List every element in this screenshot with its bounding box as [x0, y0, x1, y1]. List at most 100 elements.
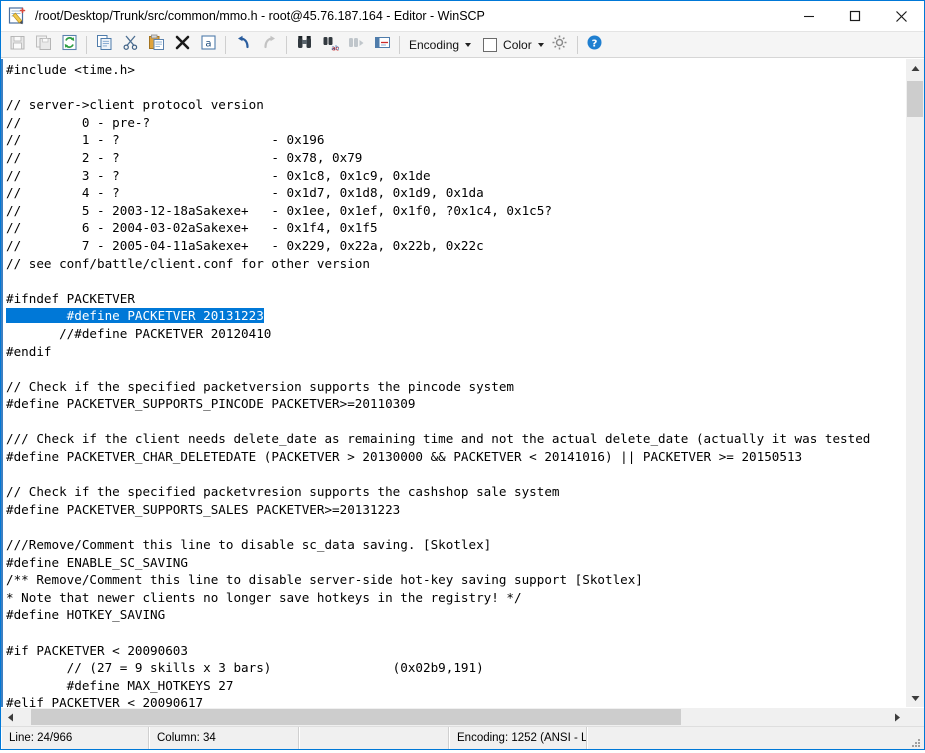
redo-button[interactable] [256, 33, 282, 57]
horizontal-scrollbar[interactable] [1, 707, 924, 726]
encoding-dropdown[interactable]: Encoding [404, 33, 474, 57]
scroll-down-button[interactable] [906, 689, 924, 707]
minimize-button[interactable] [786, 1, 832, 31]
binoculars-find-icon [296, 34, 313, 56]
code-line[interactable] [6, 79, 905, 97]
toolbar-separator [399, 35, 400, 54]
color-dropdown[interactable]: Color [474, 33, 547, 57]
window-controls [786, 1, 924, 31]
code-line[interactable]: // server->client protocol version [6, 96, 905, 114]
code-line[interactable]: #define ENABLE_SC_SAVING [6, 554, 905, 572]
go-to-line-icon [374, 34, 391, 56]
code-line[interactable]: #define MAX_HOTKEYS 27 [6, 677, 905, 695]
copy-button[interactable] [91, 33, 117, 57]
code-line[interactable]: //#define PACKETVER 20120410 [6, 325, 905, 343]
code-line[interactable]: // 4 - ? - 0x1d7, 0x1d8, 0x1d9, 0x1da [6, 184, 905, 202]
replace-abc-icon: ab ac [322, 34, 339, 56]
code-line[interactable]: // 6 - 2004-03-02aSakexe+ - 0x1f4, 0x1f5 [6, 219, 905, 237]
horizontal-scroll-thumb[interactable] [31, 709, 681, 725]
go-to-line-button[interactable] [369, 33, 395, 57]
save-button[interactable] [4, 33, 30, 57]
code-editor[interactable]: #include <time.h> // server->client prot… [1, 59, 905, 707]
find-button[interactable] [291, 33, 317, 57]
code-line[interactable]: // 5 - 2003-12-18aSakexe+ - 0x1ee, 0x1ef… [6, 202, 905, 220]
code-line[interactable]: // 1 - ? - 0x196 [6, 131, 905, 149]
code-line[interactable]: #define PACKETVER 20131223 [6, 307, 905, 325]
code-line[interactable]: // Check if the specified packetvresion … [6, 483, 905, 501]
toolbar-separator [576, 35, 578, 54]
maximize-button[interactable] [832, 1, 878, 31]
code-line[interactable]: #define PACKETVER_SUPPORTS_PINCODE PACKE… [6, 395, 905, 413]
editor-document-icon [7, 5, 29, 27]
code-line[interactable] [6, 360, 905, 378]
code-line[interactable]: /// Check if the client needs delete_dat… [6, 430, 905, 448]
vertical-scroll-thumb[interactable] [907, 81, 923, 117]
copy-icon [96, 34, 113, 56]
status-line-indicator: Line: 24/966 [1, 727, 149, 749]
status-encoding-indicator: Encoding: 1252 (ANSI - La [449, 727, 587, 749]
select-all-a-icon: a [200, 34, 217, 56]
code-line[interactable]: // Check if the specified packetversion … [6, 378, 905, 396]
code-line[interactable]: // 3 - ? - 0x1c8, 0x1c9, 0x1de [6, 167, 905, 185]
scrollbar-corner [906, 708, 924, 726]
undo-arrow-icon [235, 34, 252, 56]
color-swatch-icon [483, 37, 498, 52]
code-line[interactable] [6, 624, 905, 642]
scroll-left-button[interactable] [1, 708, 19, 726]
status-column-indicator: Column: 34 [149, 727, 299, 749]
code-line[interactable]: #ifndef PACKETVER [6, 290, 905, 308]
code-text[interactable]: #include <time.h> // server->client prot… [3, 59, 905, 707]
close-button[interactable] [878, 1, 924, 31]
find-next-button[interactable] [343, 33, 369, 57]
title-bar[interactable]: /root/Desktop/Trunk/src/common/mmo.h - r… [1, 1, 924, 31]
preferences-button[interactable] [547, 33, 573, 57]
code-line[interactable] [6, 466, 905, 484]
code-line[interactable]: #endif [6, 343, 905, 361]
paste-button[interactable] [143, 33, 169, 57]
save-disk-icon [9, 34, 26, 56]
code-line[interactable] [6, 518, 905, 536]
color-label: Color [503, 37, 532, 52]
reload-button[interactable] [56, 33, 82, 57]
code-line[interactable] [6, 413, 905, 431]
code-line[interactable]: // 0 - pre-? [6, 114, 905, 132]
svg-text:a: a [205, 38, 211, 49]
code-line[interactable]: #if PACKETVER < 20090603 [6, 642, 905, 660]
code-line[interactable]: * Note that newer clients no longer save… [6, 589, 905, 607]
replace-button[interactable]: ab ac [317, 33, 343, 57]
undo-button[interactable] [230, 33, 256, 57]
vertical-scrollbar[interactable] [905, 59, 924, 707]
reload-refresh-icon [61, 34, 78, 56]
code-line[interactable]: ///Remove/Comment this line to disable s… [6, 536, 905, 554]
code-line[interactable]: // see conf/battle/client.conf for other… [6, 255, 905, 273]
selected-text[interactable]: #define PACKETVER 20131223 [6, 308, 264, 324]
status-bar: Line: 24/966 Column: 34 Encoding: 1252 (… [1, 726, 924, 749]
horizontal-scroll-track[interactable] [19, 708, 888, 726]
code-line[interactable]: #define PACKETVER_SUPPORTS_SALES PACKETV… [6, 501, 905, 519]
window-title: /root/Desktop/Trunk/src/common/mmo.h - r… [35, 9, 485, 23]
code-line[interactable]: /** Remove/Comment this line to disable … [6, 571, 905, 589]
code-line[interactable]: // (27 = 9 skills x 3 bars) (0x02b9,191) [6, 659, 905, 677]
delete-button[interactable] [169, 33, 195, 57]
code-line[interactable]: #define HOTKEY_SAVING [6, 606, 905, 624]
code-line[interactable]: #define PACKETVER_CHAR_DELETEDATE (PACKE… [6, 448, 905, 466]
code-line[interactable]: #elif PACKETVER < 20090617 [6, 694, 905, 707]
code-line[interactable]: #include <time.h> [6, 61, 905, 79]
code-line[interactable]: // 2 - ? - 0x78, 0x79 [6, 149, 905, 167]
code-line[interactable]: // 7 - 2005-04-11aSakexe+ - 0x229, 0x22a… [6, 237, 905, 255]
save-as-button[interactable] [30, 33, 56, 57]
chevron-down-icon [465, 42, 472, 47]
help-button[interactable]: ? [582, 33, 608, 57]
help-question-icon: ? [586, 34, 603, 56]
find-next-icon [348, 34, 365, 56]
cut-button[interactable] [117, 33, 143, 57]
editor-area: #include <time.h> // server->client prot… [1, 58, 924, 707]
resize-grip-icon[interactable] [910, 735, 921, 747]
scroll-right-button[interactable] [888, 708, 906, 726]
select-all-button[interactable]: a [195, 33, 221, 57]
code-line[interactable] [6, 272, 905, 290]
status-trailing-cell [587, 727, 924, 749]
scroll-up-button[interactable] [906, 59, 924, 77]
editor-window: /root/Desktop/Trunk/src/common/mmo.h - r… [0, 0, 925, 750]
toolbar: a ab ac Encoding Color ? [1, 31, 924, 58]
